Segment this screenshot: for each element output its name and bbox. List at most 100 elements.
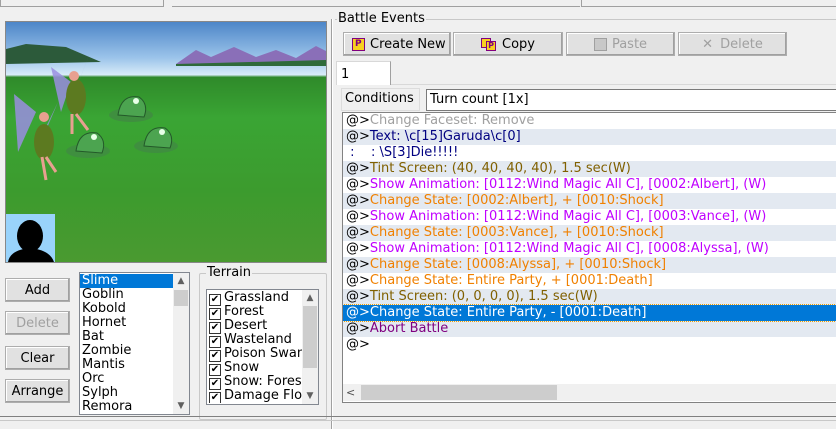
command-text: Change Faceset: Remove <box>369 113 535 128</box>
top-divider <box>172 6 580 7</box>
command-text: Change State: Entire Party, + [0001:Deat… <box>369 273 653 288</box>
enemy-list-item[interactable]: Zombie <box>80 344 173 358</box>
enemy-list-item[interactable]: Bat <box>80 330 173 344</box>
event-command-row[interactable]: @>Abort Battle <box>343 321 836 337</box>
enemy-list-item[interactable]: Slime <box>80 274 173 288</box>
create-new-button[interactable]: P Create New <box>343 32 451 56</box>
command-prefix: @> <box>346 209 370 224</box>
event-command-row[interactable]: @>Tint Screen: (40, 40, 40, 40), 1.5 sec… <box>343 161 836 177</box>
terrain-name: Damage Floor <box>224 388 302 403</box>
enemy-list-item[interactable]: Sylph <box>80 386 173 400</box>
face-placeholder <box>6 214 55 262</box>
terrain-item[interactable]: ✔Poison Swamp <box>207 346 302 362</box>
command-text: Show Animation: [0112:Wind Magic All C],… <box>369 209 767 224</box>
enemy-list-item[interactable]: Kobold <box>80 302 173 316</box>
new-page-icon: P <box>352 37 365 51</box>
event-command-row[interactable]: @>Change State: Entire Party, - [0001:De… <box>343 304 836 322</box>
paste-icon <box>593 37 607 51</box>
command-prefix: @> <box>346 129 370 144</box>
horizontal-scrollbar[interactable]: < <box>343 384 836 401</box>
event-command-row[interactable]: : : \S[3]Die!!!!! <box>343 145 836 161</box>
scroll-down-icon[interactable]: ▼ <box>302 388 318 404</box>
command-prefix: @> <box>346 257 370 272</box>
terrain-item[interactable]: ✔ Wasteland <box>207 333 302 348</box>
delete-page-button[interactable]: ✕ Delete <box>678 32 787 56</box>
terrain-label: Terrain <box>206 265 253 280</box>
delete-enemy-button[interactable]: Delete <box>5 311 70 335</box>
terrain-name: Snow: Forest <box>224 374 302 389</box>
slime-enemy <box>66 132 110 158</box>
event-command-row[interactable]: @>Tint Screen: (0, 0, 0, 0), 1.5 sec(W) <box>343 289 836 305</box>
tree-line <box>6 44 101 64</box>
scroll-thumb[interactable] <box>303 306 317 368</box>
terrain-item[interactable]: ✔ Forest <box>207 304 302 320</box>
enemy-list-item[interactable]: Orc <box>80 372 173 386</box>
event-command-row[interactable]: @>Change Faceset: Remove <box>343 113 836 129</box>
command-prefix: @> <box>346 305 370 320</box>
command-prefix: : <box>346 145 355 160</box>
enemy-list-item[interactable]: Hornet <box>80 316 173 330</box>
command-text: Change State: [0003:Vance], + [0010:Shoc… <box>369 225 664 240</box>
scroll-down-icon[interactable]: ▼ <box>173 398 189 414</box>
event-command-list[interactable]: @>Change Faceset: Remove @>Text: \c[15]Ga… <box>342 112 836 403</box>
command-prefix: @> <box>346 113 370 128</box>
command-text: Show Animation: [0112:Wind Magic All C],… <box>369 177 767 192</box>
scroll-thumb[interactable] <box>174 290 188 306</box>
enemy-list-item[interactable]: Mantis <box>80 358 173 372</box>
event-command-row[interactable]: @>Show Animation: [0112:Wind Magic All C… <box>343 177 836 193</box>
command-prefix: @> <box>346 177 370 192</box>
top-divider-right <box>581 0 836 7</box>
checkbox-icon[interactable]: ✔ <box>209 392 221 403</box>
enemy-list-scrollbar[interactable]: ▲ ▼ <box>173 273 189 414</box>
event-command-row[interactable]: @>Change State: Entire Party, + [0001:De… <box>343 273 836 289</box>
command-prefix: @> <box>346 241 370 256</box>
terrain-name: Desert <box>224 318 268 333</box>
terrain-item[interactable]: ✔Damage Floor <box>207 389 302 403</box>
arrange-button[interactable]: Arrange <box>5 379 70 403</box>
terrain-list[interactable]: ✔ Grassland ✔ Forest ✔ Desert ✔ Wasteland ✔ Poiso… <box>206 289 319 405</box>
command-text: Show Animation: [0112:Wind Magic All C],… <box>369 241 769 256</box>
scroll-up-icon[interactable]: ▲ <box>302 290 318 306</box>
add-button[interactable]: Add <box>5 278 70 302</box>
terrain-scrollbar[interactable]: ▲ ▼ <box>302 290 318 404</box>
command-prefix: @> <box>346 225 370 240</box>
terrain-item[interactable]: ✔ Snow <box>207 361 302 376</box>
event-command-row[interactable]: @>Text: \c[15]Garuda\c[0] <box>343 129 836 145</box>
terrain-item[interactable]: ✔ Snow: Forest <box>207 374 302 390</box>
terrain-name: Poison Swamp <box>224 346 302 361</box>
command-prefix: @> <box>346 289 370 304</box>
event-command-row[interactable]: @>Change State: [0002:Albert], + [0010:S… <box>343 193 836 209</box>
command-text: Change State: Entire Party, - [0001:Deat… <box>369 305 647 320</box>
enemy-list[interactable]: Slime Goblin Kobold Hornet Bat Zombie Mantis Or… <box>79 272 190 415</box>
copy-button[interactable]: P Copy <box>453 32 563 56</box>
scroll-left-icon[interactable]: < <box>346 384 355 401</box>
command-prefix: @> <box>346 193 370 208</box>
battle-preview[interactable] <box>5 21 327 263</box>
event-command-row[interactable]: @>Change State: [0003:Vance], + [0010:Sh… <box>343 225 836 241</box>
event-command-row[interactable]: @>Change State: [0008:Alyssa], + [0010:S… <box>343 257 836 273</box>
delete-x-icon: ✕ <box>702 36 714 52</box>
command-text: : \S[3]Die!!!!! <box>354 145 459 160</box>
top-panel-box <box>0 0 164 7</box>
paste-button[interactable]: Paste <box>566 32 675 56</box>
command-text: Text: \c[15]Garuda\c[0] <box>369 129 521 144</box>
event-command-row[interactable]: @>Show Animation: [0112:Wind Magic All C… <box>343 209 836 225</box>
terrain-name: Forest <box>224 304 264 319</box>
tab-page-1[interactable]: 1 <box>336 61 391 85</box>
enemy-list-item[interactable]: Remora <box>80 400 173 414</box>
sylph-enemy <box>14 94 58 181</box>
command-text: Change State: [0002:Albert], + [0010:Sho… <box>369 193 664 208</box>
enemy-list-item[interactable]: Goblin <box>80 288 173 302</box>
command-text: Change State: [0008:Alyssa], + [0010:Sho… <box>369 257 667 272</box>
event-command-row[interactable]: @>Show Animation: [0112:Wind Magic All C… <box>343 241 836 257</box>
slime-enemy <box>109 96 153 122</box>
conditions-button[interactable]: Conditions <box>341 88 420 111</box>
scroll-thumb[interactable] <box>361 385 557 400</box>
terrain-item[interactable]: ✔ Desert <box>207 318 302 334</box>
conditions-field[interactable]: Turn count [1x] <box>426 89 836 111</box>
clear-button[interactable]: Clear <box>5 346 70 370</box>
event-command-row[interactable]: @> <box>343 337 836 353</box>
terrain-item[interactable]: ✔ Grassland <box>207 291 302 306</box>
copy-icon: P <box>481 37 497 51</box>
scroll-up-icon[interactable]: ▲ <box>173 273 189 289</box>
